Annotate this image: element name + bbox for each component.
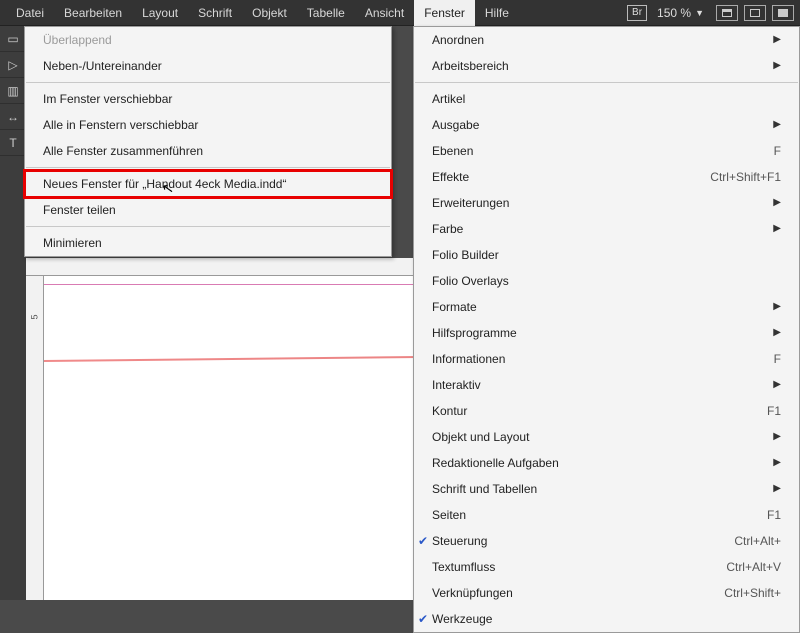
tool-gap[interactable]: ↔ <box>0 104 26 130</box>
submenu-arrow-icon: ▶ <box>749 454 781 472</box>
submenu-arrow-icon: ▶ <box>749 428 781 446</box>
submenu-arrow-icon: ▶ <box>749 376 781 394</box>
menuitem-werkzeuge[interactable]: ✔Werkzeuge <box>414 606 799 632</box>
menuitem-neues-fenster[interactable]: Neues Fenster für „Handout 4eck Media.in… <box>25 171 391 197</box>
screen-mode-icon[interactable] <box>716 5 738 21</box>
bridge-icon[interactable]: Br <box>627 5 647 21</box>
menu-tabelle[interactable]: Tabelle <box>297 0 355 26</box>
menu-schrift[interactable]: Schrift <box>188 0 242 26</box>
submenu-arrow-icon: ▶ <box>749 31 781 49</box>
ruler-tick: 5 <box>30 303 40 320</box>
menuitem-informationen[interactable]: InformationenF <box>414 346 799 372</box>
submenu-arrow-icon: ▶ <box>749 480 781 498</box>
menuitem-hilfsprogramme[interactable]: Hilfsprogramme▶ <box>414 320 799 346</box>
workspace-switcher-icon[interactable] <box>772 5 794 21</box>
menu-layout[interactable]: Layout <box>132 0 188 26</box>
menuitem-neben-untereinander[interactable]: Neben-/Untereinander <box>25 53 391 79</box>
fenster-menu: Anordnen▶ Arbeitsbereich▶ Artikel Ausgab… <box>413 26 800 633</box>
menuitem-folio-builder[interactable]: Folio Builder <box>414 242 799 268</box>
menuitem-folio-overlays[interactable]: Folio Overlays <box>414 268 799 294</box>
menu-separator <box>415 82 798 83</box>
menuitem-steuerung[interactable]: ✔SteuerungCtrl+Alt+ <box>414 528 799 554</box>
menu-separator <box>26 226 390 227</box>
menuitem-alle-in-fenstern-verschiebbar[interactable]: Alle in Fenstern verschiebbar <box>25 112 391 138</box>
tool-selection[interactable]: ▭ <box>0 26 26 52</box>
menuitem-anordnen[interactable]: Anordnen▶ <box>414 27 799 53</box>
menu-hilfe[interactable]: Hilfe <box>475 0 519 26</box>
fenster-submenu-window: Überlappend Neben-/Untereinander Im Fens… <box>24 26 392 257</box>
menuitem-fenster-teilen[interactable]: Fenster teilen <box>25 197 391 223</box>
menuitem-arbeitsbereich[interactable]: Arbeitsbereich▶ <box>414 53 799 79</box>
menu-bearbeiten[interactable]: Bearbeiten <box>54 0 132 26</box>
menu-bar: Datei Bearbeiten Layout Schrift Objekt T… <box>0 0 800 26</box>
submenu-arrow-icon: ▶ <box>749 298 781 316</box>
menuitem-erweiterungen[interactable]: Erweiterungen▶ <box>414 190 799 216</box>
menuitem-redaktionelle-aufgaben[interactable]: Redaktionelle Aufgaben▶ <box>414 450 799 476</box>
check-icon: ✔ <box>418 532 428 550</box>
menuitem-interaktiv[interactable]: Interaktiv▶ <box>414 372 799 398</box>
tool-panel: ▭ ▷ ▥ ↔ T <box>0 26 26 600</box>
submenu-arrow-icon: ▶ <box>749 194 781 212</box>
menuitem-minimieren[interactable]: Minimieren <box>25 230 391 256</box>
tool-page[interactable]: ▥ <box>0 78 26 104</box>
menuitem-effekte[interactable]: EffekteCtrl+Shift+F1 <box>414 164 799 190</box>
menuitem-kontur[interactable]: KonturF1 <box>414 398 799 424</box>
menu-separator <box>26 167 390 168</box>
menuitem-alle-fenster-zusammenfuehren[interactable]: Alle Fenster zusammenführen <box>25 138 391 164</box>
ruler-vertical: 5 <box>26 276 44 600</box>
menuitem-ausgabe[interactable]: Ausgabe▶ <box>414 112 799 138</box>
menuitem-artikel[interactable]: Artikel <box>414 86 799 112</box>
submenu-arrow-icon: ▶ <box>749 116 781 134</box>
menuitem-textumfluss[interactable]: TextumflussCtrl+Alt+V <box>414 554 799 580</box>
zoom-dropdown[interactable]: 150 % ▼ <box>657 6 704 20</box>
submenu-arrow-icon: ▶ <box>749 324 781 342</box>
menu-fenster[interactable]: Fenster <box>414 0 475 26</box>
submenu-arrow-icon: ▶ <box>749 57 781 75</box>
menuitem-ebenen[interactable]: EbenenF <box>414 138 799 164</box>
menuitem-verknuepfungen[interactable]: VerknüpfungenCtrl+Shift+ <box>414 580 799 606</box>
chevron-down-icon: ▼ <box>695 8 704 18</box>
menuitem-farbe[interactable]: Farbe▶ <box>414 216 799 242</box>
arrange-documents-icon[interactable] <box>744 5 766 21</box>
menuitem-objekt-und-layout[interactable]: Objekt und Layout▶ <box>414 424 799 450</box>
menu-objekt[interactable]: Objekt <box>242 0 297 26</box>
menuitem-im-fenster-verschiebbar[interactable]: Im Fenster verschiebbar <box>25 86 391 112</box>
menuitem-schrift-und-tabellen[interactable]: Schrift und Tabellen▶ <box>414 476 799 502</box>
menuitem-formate[interactable]: Formate▶ <box>414 294 799 320</box>
tool-direct-select[interactable]: ▷ <box>0 52 26 78</box>
menu-separator <box>26 82 390 83</box>
submenu-arrow-icon: ▶ <box>749 220 781 238</box>
menuitem-seiten[interactable]: SeitenF1 <box>414 502 799 528</box>
tool-type[interactable]: T <box>0 130 26 156</box>
zoom-value: 150 % <box>657 6 691 20</box>
menu-datei[interactable]: Datei <box>6 0 54 26</box>
menu-ansicht[interactable]: Ansicht <box>355 0 414 26</box>
menuitem-ueberlappend[interactable]: Überlappend <box>25 27 391 53</box>
check-icon: ✔ <box>418 610 428 628</box>
